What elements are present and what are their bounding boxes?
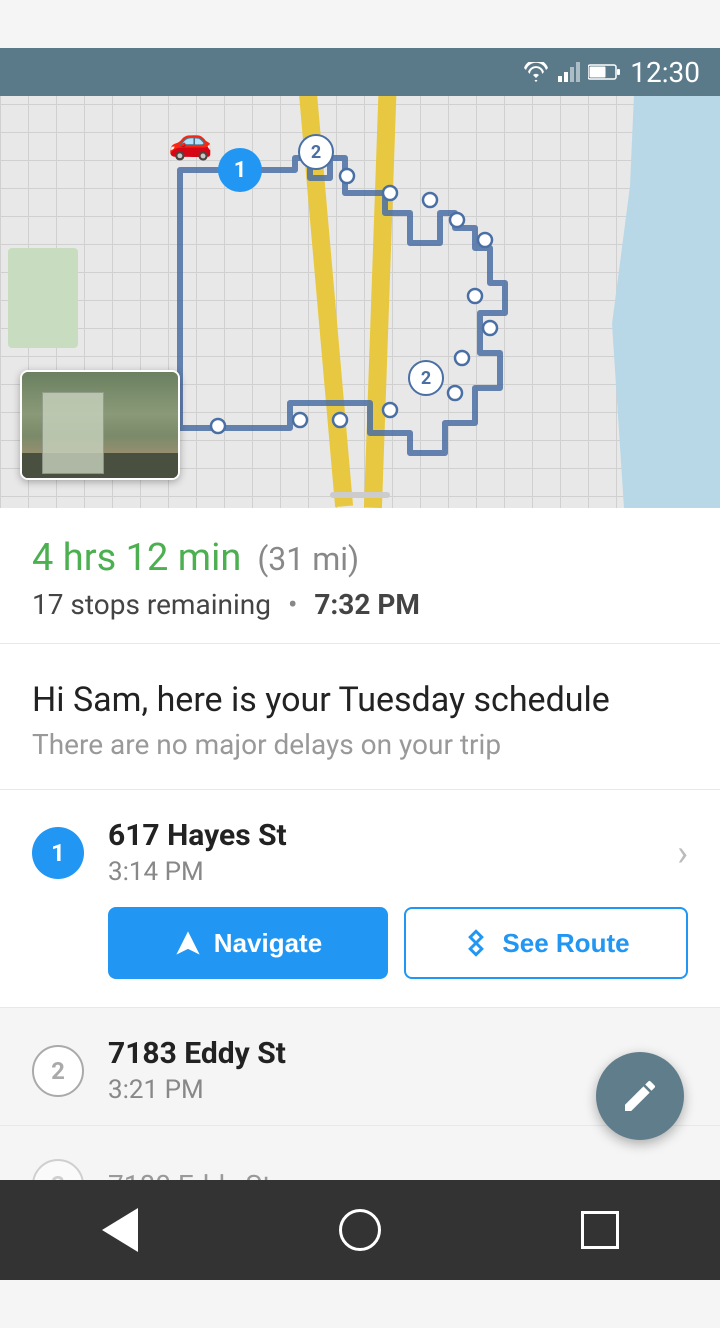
building-image — [22, 372, 178, 478]
stop-badge-1: 1 — [32, 827, 84, 879]
recent-nav-button[interactable] — [570, 1200, 630, 1260]
map-drag-handle[interactable] — [330, 492, 390, 498]
recent-square-icon — [581, 1211, 619, 1249]
stop-marker-2a: 2 — [298, 134, 334, 170]
street-view-image — [22, 372, 178, 478]
stop-header-1[interactable]: 1 617 Hayes St 3:14 PM › — [0, 790, 720, 907]
trip-eta: 7:32 PM — [314, 588, 420, 621]
map-container[interactable]: 🚗 1 2 2 — [0, 48, 720, 508]
map-background: 🚗 1 2 2 — [0, 48, 720, 508]
schedule-header: Hi Sam, here is your Tuesday schedule Th… — [0, 644, 720, 790]
stop-marker-1: 1 — [218, 148, 262, 192]
schedule-greeting: Hi Sam, here is your Tuesday schedule — [32, 680, 688, 720]
stop-address-1: 617 Hayes St — [108, 818, 653, 853]
stop-item-1: 1 617 Hayes St 3:14 PM › Navigate See Ro… — [0, 790, 720, 1008]
street-view-thumbnail[interactable] — [20, 370, 180, 480]
edit-icon — [620, 1076, 660, 1116]
home-circle-icon — [339, 1209, 381, 1251]
navigate-label: Navigate — [214, 928, 322, 959]
trip-time-row: 4 hrs 12 min (31 mi) — [32, 536, 688, 580]
status-icons — [522, 62, 620, 82]
dot-separator: • — [288, 588, 297, 621]
chevron-right-icon-1[interactable]: › — [677, 832, 688, 874]
stop-badge-2: 2 — [32, 1045, 84, 1097]
status-bar: 12:30 — [0, 48, 720, 96]
see-route-button[interactable]: See Route — [404, 907, 688, 979]
trip-summary: 4 hrs 12 min (31 mi) 17 stops remaining … — [0, 508, 720, 644]
wifi-icon — [522, 62, 550, 82]
back-triangle-icon — [102, 1208, 138, 1252]
stop-actions-1: Navigate See Route — [0, 907, 720, 1007]
fab-edit-button[interactable] — [596, 1052, 684, 1140]
stops-remaining-text: 17 stops remaining — [32, 588, 271, 621]
stop-info-1: 617 Hayes St 3:14 PM — [108, 818, 653, 887]
route-diamond-icon — [462, 929, 490, 957]
schedule-subtitle: There are no major delays on your trip — [32, 728, 688, 761]
stop-marker-2b: 2 — [408, 360, 444, 396]
car-icon: 🚗 — [168, 120, 213, 162]
stop-address-2: 7183 Eddy St — [108, 1036, 688, 1071]
trip-duration: 4 hrs 12 min — [32, 536, 241, 580]
battery-icon — [588, 63, 620, 81]
bottom-nav-bar — [0, 1180, 720, 1280]
back-nav-button[interactable] — [90, 1200, 150, 1260]
navigate-arrow-icon — [174, 929, 202, 957]
home-nav-button[interactable] — [330, 1200, 390, 1260]
signal-icon — [558, 62, 580, 82]
trip-distance: (31 mi) — [257, 540, 359, 578]
status-time: 12:30 — [630, 56, 700, 89]
navigate-button[interactable]: Navigate — [108, 907, 388, 979]
stop-time-1: 3:14 PM — [108, 857, 653, 887]
see-route-label: See Route — [502, 928, 629, 959]
trip-stops-row: 17 stops remaining • 7:32 PM — [32, 588, 688, 621]
